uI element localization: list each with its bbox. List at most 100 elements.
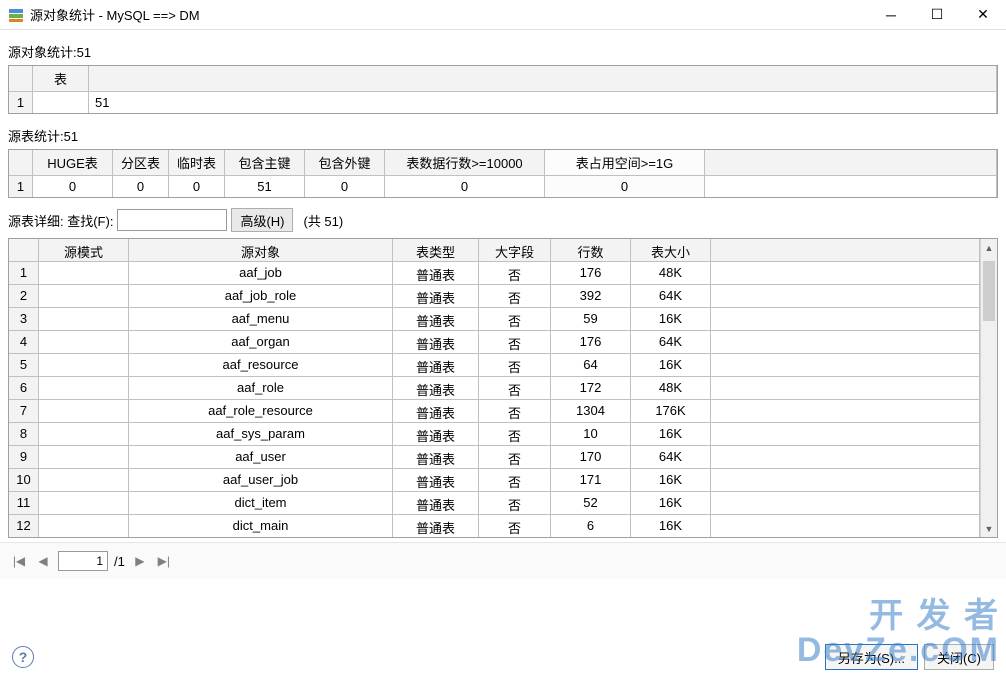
cell: 0 — [169, 176, 225, 197]
cell: 0 — [545, 176, 705, 197]
col-schema: 源模式 — [39, 239, 129, 261]
cell-blank — [711, 308, 980, 330]
table-row[interactable]: 2aaf_job_role普通表否39264K — [9, 285, 980, 308]
cell-blank — [711, 492, 980, 514]
row-num: 9 — [9, 446, 39, 468]
table-row[interactable]: 4aaf_organ普通表否17664K — [9, 331, 980, 354]
first-page-button[interactable]: |◀ — [10, 552, 28, 570]
cell: 51 — [225, 176, 305, 197]
cell-lob: 否 — [479, 492, 551, 514]
cell-size: 48K — [631, 262, 711, 284]
cell-size: 176K — [631, 400, 711, 422]
scroll-down-arrow[interactable]: ▼ — [981, 520, 997, 537]
cell-rows: 10 — [551, 423, 631, 445]
object-stat-grid: 表 1 51 — [8, 65, 998, 114]
table-row[interactable]: 12dict_main普通表否616K — [9, 515, 980, 537]
close-button[interactable]: ✕ — [960, 0, 1006, 30]
cell-type: 普通表 — [393, 423, 479, 445]
cell-blank — [711, 262, 980, 284]
cell-rows: 172 — [551, 377, 631, 399]
maximize-button[interactable]: ☐ — [914, 0, 960, 30]
advanced-button[interactable]: 高级(H) — [231, 208, 293, 232]
col-table: 表 — [33, 66, 89, 91]
cell-rows: 176 — [551, 331, 631, 353]
help-icon[interactable]: ? — [12, 646, 34, 668]
row-num: 8 — [9, 423, 39, 445]
table-row[interactable]: 8aaf_sys_param普通表否1016K — [9, 423, 980, 446]
cell-schema — [39, 331, 129, 353]
corner-cell — [9, 150, 33, 175]
cell-schema — [39, 308, 129, 330]
cell-lob: 否 — [479, 262, 551, 284]
total-label: (共 51) — [303, 211, 343, 230]
cell-lob: 否 — [479, 400, 551, 422]
cell-rows: 52 — [551, 492, 631, 514]
col-huge: HUGE表 — [33, 150, 113, 175]
cell-size: 48K — [631, 377, 711, 399]
cell: 0 — [305, 176, 385, 197]
row-num: 3 — [9, 308, 39, 330]
titlebar: 源对象统计 - MySQL ==> DM ─ ☐ ✕ — [0, 0, 1006, 30]
cell-type: 普通表 — [393, 285, 479, 307]
search-input[interactable] — [117, 209, 227, 231]
table-row[interactable]: 6 aaf_role普通表否17248K — [9, 377, 980, 400]
cell-schema — [39, 515, 129, 537]
cell-schema — [39, 262, 129, 284]
cell-type: 普通表 — [393, 262, 479, 284]
cell — [33, 92, 89, 113]
table-row[interactable]: 11dict_item普通表否5216K — [9, 492, 980, 515]
corner-cell — [9, 66, 33, 91]
page-input[interactable] — [58, 551, 108, 571]
cell-lob: 否 — [479, 354, 551, 376]
cell-schema — [39, 377, 129, 399]
close-dialog-button[interactable]: 关闭(C) — [924, 644, 994, 670]
save-as-button[interactable]: 另存为(S)... — [825, 644, 918, 670]
detail-grid: 源模式 源对象 表类型 大字段 行数 表大小 1aaf_job普通表否17648… — [9, 239, 980, 537]
table-row[interactable]: 5aaf_resource普通表否6416K — [9, 354, 980, 377]
cell-lob: 否 — [479, 469, 551, 491]
cell-blank — [711, 469, 980, 491]
cell-blank — [711, 423, 980, 445]
minimize-button[interactable]: ─ — [868, 0, 914, 30]
cell-type: 普通表 — [393, 400, 479, 422]
col-partition: 分区表 — [113, 150, 169, 175]
table-row[interactable]: 10aaf_user_job普通表否17116K — [9, 469, 980, 492]
table-row[interactable]: 9aaf_user普通表否17064K — [9, 446, 980, 469]
table-row[interactable]: 1 aaf_job普通表否17648K — [9, 262, 980, 285]
table-row[interactable]: 3aaf_menu普通表否5916K — [9, 308, 980, 331]
col-size1g: 表占用空间>=1G — [545, 150, 705, 175]
next-page-button[interactable]: ▶ — [131, 552, 149, 570]
vertical-scrollbar[interactable]: ▲ ▼ — [980, 239, 997, 537]
cell-size: 64K — [631, 331, 711, 353]
search-label: 源表详细: 查找(F): — [8, 211, 113, 230]
cell-rows: 64 — [551, 354, 631, 376]
cell-object: aaf_role — [129, 377, 393, 399]
table-row[interactable]: 7aaf_role_resource普通表否1304176K — [9, 400, 980, 423]
cell-size: 64K — [631, 285, 711, 307]
cell-type: 普通表 — [393, 377, 479, 399]
cell-object: aaf_job — [129, 262, 393, 284]
row-num: 6 — [9, 377, 39, 399]
cell-size: 16K — [631, 423, 711, 445]
app-icon — [8, 7, 24, 23]
cell-rows: 6 — [551, 515, 631, 537]
cell-rows: 171 — [551, 469, 631, 491]
col-rows: 行数 — [551, 239, 631, 261]
scroll-up-arrow[interactable]: ▲ — [981, 239, 997, 256]
prev-page-button[interactable]: ◀ — [34, 552, 52, 570]
cell-lob: 否 — [479, 331, 551, 353]
cell-object: aaf_sys_param — [129, 423, 393, 445]
cell-rows: 176 — [551, 262, 631, 284]
cell-blank — [711, 285, 980, 307]
section2-label: 源表统计:51 — [0, 114, 1006, 149]
cell-lob: 否 — [479, 377, 551, 399]
scroll-thumb[interactable] — [983, 261, 995, 321]
cell-schema — [39, 423, 129, 445]
page-total: /1 — [114, 554, 125, 569]
cell: 0 — [113, 176, 169, 197]
row-num: 1 — [9, 262, 39, 284]
cell-blank — [711, 446, 980, 468]
cell — [705, 176, 997, 197]
cell-schema — [39, 354, 129, 376]
last-page-button[interactable]: ▶| — [155, 552, 173, 570]
